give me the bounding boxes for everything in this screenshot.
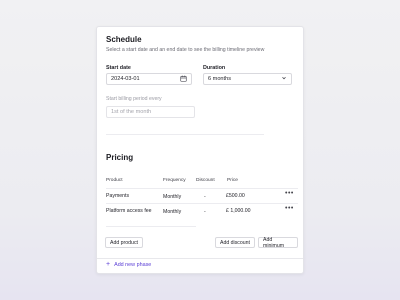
duration-label: Duration	[203, 65, 226, 71]
column-header-discount: Discount	[196, 178, 215, 183]
column-header-price: Price	[227, 178, 238, 183]
section-divider	[106, 134, 264, 135]
add-new-phase-label: Add new phase	[114, 261, 152, 268]
row-product: Payments	[106, 193, 130, 199]
row-frequency: Monthly	[163, 194, 182, 200]
row-more-icon[interactable]: •••	[285, 190, 294, 197]
add-new-phase-link[interactable]: + Add new phase	[106, 261, 151, 268]
table-row-divider	[106, 203, 298, 204]
add-minimum-button[interactable]: Add minimum	[258, 237, 298, 249]
table-header-divider	[106, 188, 298, 189]
row-price: £ 1,000.00	[226, 208, 251, 214]
add-product-button[interactable]: Add product	[105, 237, 143, 248]
billing-schedule-card: Schedule Select a start date and an end …	[96, 26, 304, 274]
row-more-icon[interactable]: •••	[285, 205, 294, 212]
plus-icon: +	[106, 261, 111, 268]
column-header-frequency: Frequency	[163, 178, 186, 183]
calendar-icon[interactable]	[180, 75, 187, 84]
row-frequency: Monthly	[163, 209, 182, 215]
billing-period-label: Start billing period every	[106, 96, 162, 102]
row-discount: -	[204, 209, 206, 215]
column-header-product: Product	[106, 178, 123, 183]
start-date-input[interactable]: 2024-03-01	[106, 73, 192, 85]
add-discount-button[interactable]: Add discount	[215, 237, 255, 248]
row-product: Platform access fee	[106, 208, 152, 214]
start-date-value: 2024-03-01	[111, 76, 140, 82]
table-bottom-divider	[106, 226, 196, 227]
schedule-title: Schedule	[106, 35, 142, 44]
duration-value: 6 months	[208, 76, 232, 82]
chevron-down-icon	[281, 75, 287, 83]
duration-select[interactable]: 6 months	[203, 73, 292, 85]
row-discount: -	[204, 194, 206, 200]
row-price: £500.00	[226, 193, 245, 199]
billing-period-input: 1st of the month	[106, 106, 195, 118]
pricing-title: Pricing	[106, 153, 134, 162]
footer-divider	[97, 258, 303, 259]
schedule-description: Select a start date and an end date to s…	[106, 47, 265, 53]
start-date-label: Start date	[106, 65, 131, 71]
billing-period-value: 1st of the month	[111, 109, 152, 115]
